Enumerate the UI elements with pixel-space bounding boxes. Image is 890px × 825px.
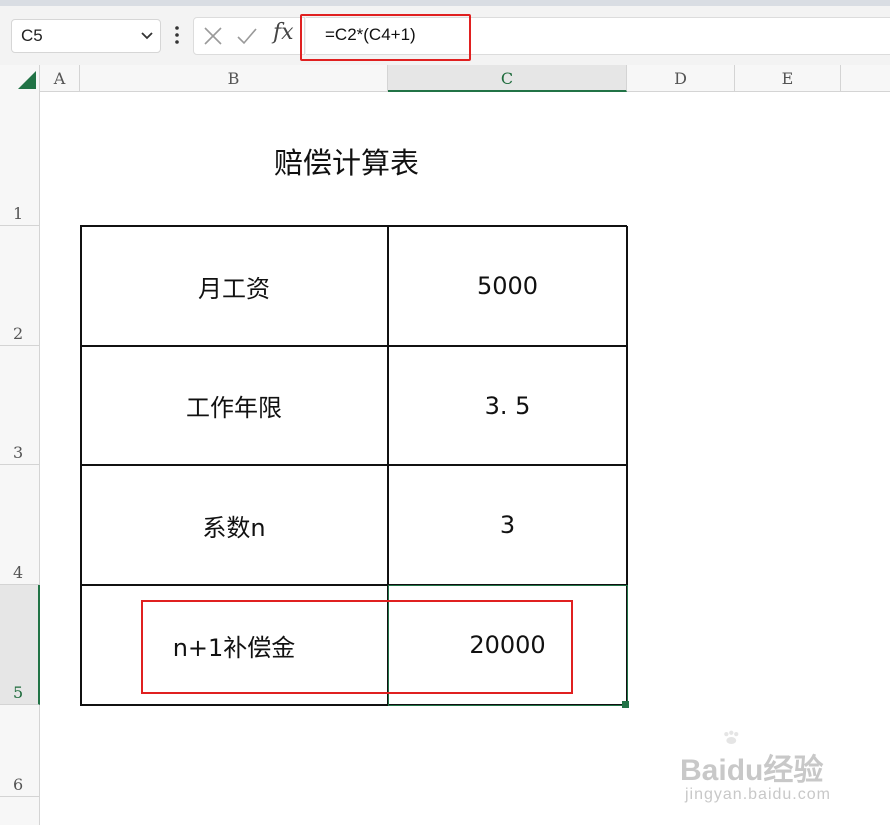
row-header-4[interactable]: 4 [0, 465, 40, 585]
row-number: 3 [13, 443, 24, 462]
row-header-1[interactable]: 1 [0, 92, 40, 226]
result-highlight-box [141, 600, 573, 694]
table-cell-label[interactable]: 月工资 [80, 226, 388, 346]
row-number: 2 [13, 324, 24, 343]
row-header-2[interactable]: 2 [0, 226, 40, 346]
cancel-icon[interactable] [203, 26, 223, 46]
watermark-brand-c: 经验 [763, 754, 824, 787]
column-header-a[interactable]: A [40, 65, 80, 92]
fill-handle[interactable] [622, 701, 629, 708]
row-header-3[interactable]: 3 [0, 346, 40, 465]
column-header-c[interactable]: C [388, 65, 627, 92]
row-number: 4 [13, 563, 24, 582]
row-number: 6 [13, 775, 24, 794]
row-number: 5 [13, 683, 24, 702]
formula-highlight-box [300, 14, 471, 61]
watermark-brand: Baidu经验 [680, 745, 823, 789]
column-header-d[interactable]: D [627, 65, 735, 92]
table-cell-value[interactable]: 3 [388, 465, 627, 585]
name-box-value: C5 [21, 26, 43, 45]
insert-function-icon[interactable]: fx [273, 20, 294, 45]
table-cell-label[interactable]: 系数n [80, 465, 388, 585]
confirm-icon[interactable] [236, 26, 258, 46]
table-cell-value[interactable]: 3. 5 [388, 346, 627, 465]
column-header-e[interactable]: E [735, 65, 841, 92]
ribbon-edge [0, 0, 890, 6]
watermark-brand-a: Bai [680, 754, 727, 787]
sheet-title[interactable]: 赔偿计算表 [274, 140, 419, 182]
column-header-b[interactable]: B [80, 65, 388, 92]
table-cell-value[interactable]: 5000 [388, 226, 627, 346]
table-cell-label[interactable]: 工作年限 [80, 346, 388, 465]
watermark-brand-b: du [726, 754, 764, 787]
row-number: 1 [13, 204, 24, 223]
select-all-icon[interactable] [16, 69, 36, 89]
more-options-icon[interactable] [172, 22, 182, 48]
name-box[interactable]: C5 [11, 19, 161, 53]
watermark-url: jingyan.baidu.com [685, 786, 831, 803]
row-header-5[interactable]: 5 [0, 585, 40, 705]
chevron-down-icon[interactable] [140, 29, 154, 43]
row-header-6[interactable]: 6 [0, 705, 40, 797]
